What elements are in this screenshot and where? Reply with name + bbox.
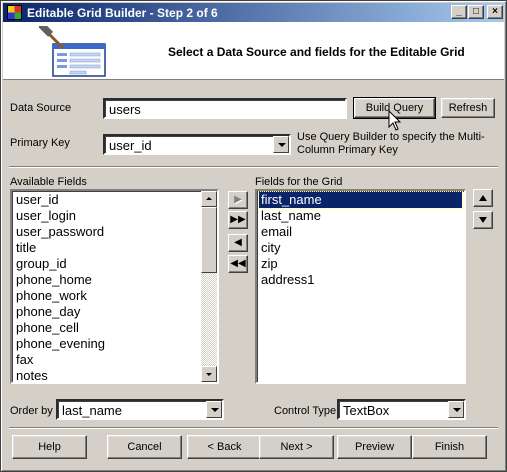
grid-field-item[interactable]: first_name: [258, 191, 463, 209]
grid-field-item[interactable]: email: [259, 224, 294, 240]
primary-key-label: Primary Key: [10, 137, 70, 149]
available-field-item[interactable]: phone_cell: [14, 320, 81, 336]
header-title: Select a Data Source and fields for the …: [168, 45, 465, 59]
wizard-window: Editable Grid Builder - Step 2 of 6 _ □ …: [0, 0, 507, 472]
available-field-item[interactable]: title: [14, 240, 38, 256]
control-type-dropdown-icon[interactable]: [448, 401, 464, 418]
grid-field-item[interactable]: address1: [259, 272, 316, 288]
wizard-hammer-form-icon: [39, 26, 106, 77]
available-field-item[interactable]: notes: [14, 368, 50, 382]
control-type-combo[interactable]: TextBox: [337, 399, 466, 420]
available-field-item[interactable]: fax: [14, 352, 35, 368]
refresh-button[interactable]: Refresh: [441, 98, 495, 118]
scroll-down-icon[interactable]: [201, 366, 217, 382]
control-type-label: Control Type: [274, 405, 337, 417]
control-type-value: TextBox: [343, 403, 390, 418]
available-field-item[interactable]: phone_day: [14, 304, 82, 320]
separator-bottom: [9, 427, 498, 429]
available-fields-label: Available Fields: [10, 176, 87, 188]
remove-all-fields-button[interactable]: ◀◀: [228, 255, 248, 273]
available-fields-list[interactable]: user_id user_login user_password title group…: [10, 189, 219, 384]
title-bar[interactable]: Editable Grid Builder - Step 2 of 6 _ □ …: [3, 3, 504, 22]
order-by-label: Order by: [10, 405, 53, 417]
wizard-header: Select a Data Source and fields for the …: [3, 22, 504, 80]
order-by-combo[interactable]: last_name: [56, 399, 224, 420]
primary-key-combo[interactable]: user_id: [103, 134, 291, 155]
available-field-item[interactable]: user_id: [14, 192, 61, 208]
data-source-value: users: [109, 102, 141, 117]
order-by-dropdown-icon[interactable]: [206, 401, 222, 418]
grid-fields-label: Fields for the Grid: [255, 176, 343, 188]
grid-fields-list[interactable]: first_name last_name email city zip address1: [255, 189, 466, 384]
cancel-button[interactable]: Cancel: [107, 435, 182, 459]
separator: [9, 166, 498, 168]
grid-field-item[interactable]: last_name: [259, 208, 323, 224]
grid-field-item[interactable]: zip: [259, 256, 280, 272]
move-down-button[interactable]: [473, 211, 493, 229]
available-field-item[interactable]: user_login: [14, 208, 78, 224]
grid-field-item[interactable]: city: [259, 240, 283, 256]
next-button[interactable]: Next >: [259, 435, 334, 459]
help-button[interactable]: Help: [12, 435, 87, 459]
scroll-up-icon[interactable]: [201, 191, 217, 207]
data-source-label: Data Source: [10, 102, 72, 114]
primary-key-dropdown-icon[interactable]: [273, 136, 289, 153]
maximize-button[interactable]: □: [468, 5, 484, 19]
remove-field-button[interactable]: ◀: [228, 234, 248, 252]
minimize-button[interactable]: _: [451, 5, 467, 19]
arrow-down-icon: [479, 217, 487, 223]
arrow-up-icon: [479, 195, 487, 201]
available-field-item[interactable]: group_id: [14, 256, 69, 272]
add-all-fields-button[interactable]: ▶▶: [228, 211, 248, 229]
preview-button[interactable]: Preview: [337, 435, 412, 459]
close-button[interactable]: ×: [487, 5, 503, 19]
mouse-cursor-icon: [388, 110, 402, 131]
finish-button[interactable]: Finish: [412, 435, 487, 459]
add-field-button[interactable]: ▶: [228, 191, 248, 209]
data-source-combo[interactable]: users: [103, 98, 347, 119]
primary-key-hint: Use Query Builder to specify the Multi-C…: [297, 131, 485, 156]
order-by-value: last_name: [62, 403, 122, 418]
app-icon: [7, 5, 22, 20]
available-fields-scrollbar[interactable]: [201, 191, 217, 382]
available-field-item[interactable]: phone_home: [14, 272, 94, 288]
window-title: Editable Grid Builder - Step 2 of 6: [27, 6, 218, 20]
available-field-item[interactable]: phone_work: [14, 288, 89, 304]
back-button[interactable]: < Back: [187, 435, 262, 459]
primary-key-value: user_id: [109, 138, 152, 153]
available-field-item[interactable]: phone_evening: [14, 336, 107, 352]
available-field-item[interactable]: user_password: [14, 224, 106, 240]
scroll-thumb[interactable]: [201, 207, 217, 273]
move-up-button[interactable]: [473, 189, 493, 207]
